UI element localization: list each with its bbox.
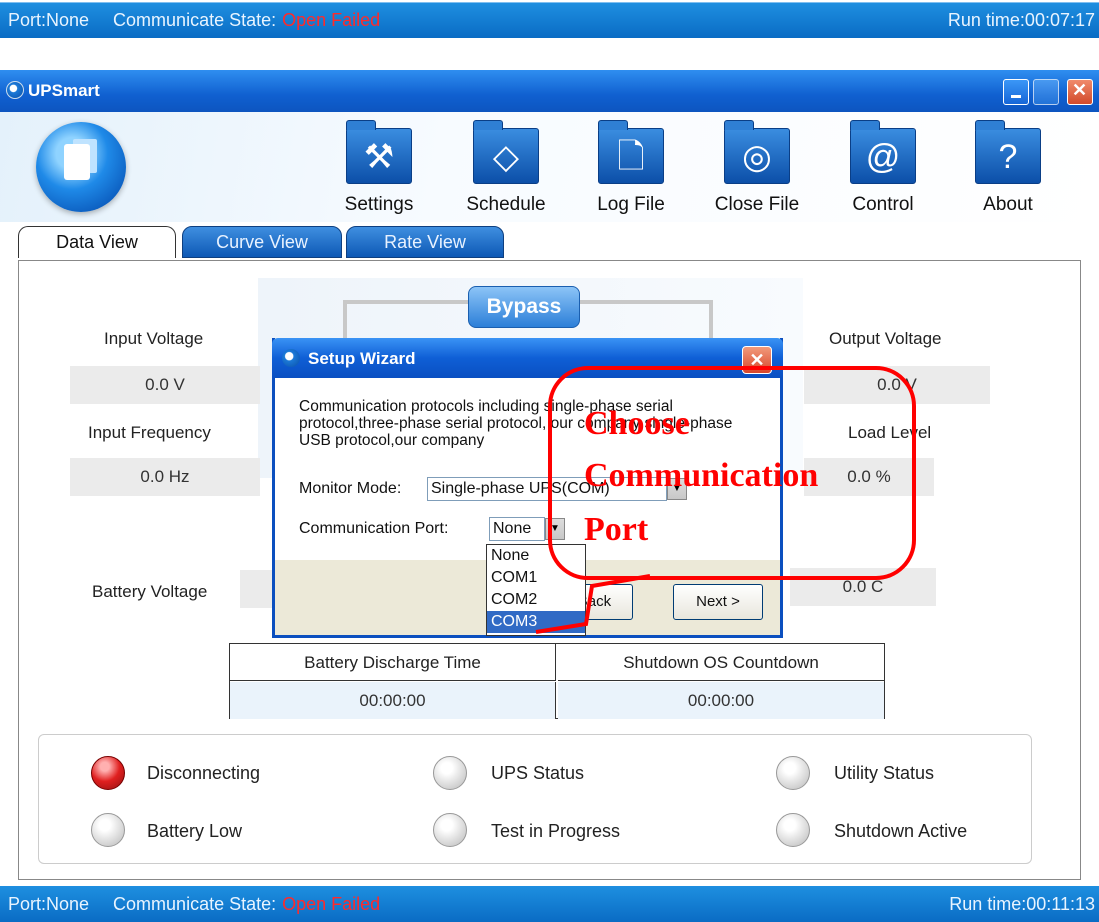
about-button[interactable]: ? About [963, 120, 1053, 220]
communication-port-label: Communication Port: [299, 520, 449, 537]
close-file-label: Close File [714, 194, 800, 215]
shutdown-os-countdown-label: Shutdown OS Countdown [558, 644, 884, 681]
control-label: Control [852, 194, 914, 215]
utility-status-label: Utility Status [834, 763, 935, 783]
disc-icon: ◎ [724, 120, 790, 184]
output-voltage-label: Output Voltage [829, 329, 942, 348]
battery-low-led [91, 813, 125, 847]
disconnecting-label: Disconnecting [147, 763, 261, 783]
maximize-button[interactable] [1033, 79, 1059, 105]
communication-port-select[interactable]: None [489, 517, 545, 541]
tab-data-view[interactable]: Data View [18, 226, 176, 258]
communicate-state-value: Open Failed [282, 893, 381, 914]
eraser-icon: ◇ [473, 120, 539, 184]
window-titlebar[interactable]: UPSmart [0, 70, 1099, 112]
control-button[interactable]: @ Control [838, 120, 928, 220]
shutdown-os-countdown-value: 00:00:00 [558, 682, 884, 719]
file-icon: 🗋 [598, 120, 664, 184]
annotation-callout-tail [535, 574, 651, 634]
upsmart-logo-icon [36, 122, 126, 212]
close-window-button[interactable] [1067, 79, 1093, 105]
ups-status-label: UPS Status [491, 763, 585, 783]
settings-label: Settings [344, 194, 414, 215]
view-tabs: Data View Curve View Rate View [0, 222, 1099, 260]
test-in-progress-label: Test in Progress [491, 821, 621, 841]
disconnecting-led [91, 756, 125, 790]
annotation-line-communication: Communication [584, 457, 819, 494]
discharge-table: Battery Discharge Time Shutdown OS Count… [229, 643, 885, 719]
bypass-indicator: Bypass [468, 286, 580, 328]
port-status: Port:None [8, 893, 90, 914]
test-in-progress-led [433, 813, 467, 847]
communicate-state-value: Open Failed [282, 10, 381, 30]
run-time: Run time:00:11:13 [949, 893, 1095, 914]
run-time: Run time:00:07:17 [947, 10, 1095, 30]
input-frequency-label: Input Frequency [88, 423, 211, 442]
input-frequency-value: 0.0 Hz [70, 458, 260, 496]
status-bar-top: Port:None Communicate State: Open Failed… [0, 2, 1099, 38]
shutdown-active-led [776, 813, 810, 847]
about-label: About [983, 194, 1033, 215]
utility-status-led [776, 756, 810, 790]
ups-status-led [433, 756, 467, 790]
communicate-state-label: Communicate State: [113, 893, 277, 914]
battery-discharge-time-value: 00:00:00 [230, 682, 556, 719]
communicate-state-label: Communicate State: [113, 10, 277, 30]
annotation-line-port: Port [584, 511, 649, 548]
log-file-label: Log File [597, 194, 665, 215]
battery-discharge-time-label: Battery Discharge Time [230, 644, 556, 681]
at-icon: @ [850, 120, 916, 184]
setup-wizard-title: Setup Wizard [308, 349, 416, 368]
next-button[interactable]: Next > [673, 584, 763, 620]
log-file-button[interactable]: 🗋 Log File [586, 120, 676, 220]
schedule-label: Schedule [466, 194, 546, 215]
schedule-button[interactable]: ◇ Schedule [461, 120, 551, 220]
question-icon: ? [975, 120, 1041, 184]
settings-button[interactable]: ⚒ Settings [334, 120, 424, 220]
shutdown-active-label: Shutdown Active [834, 821, 968, 841]
window-title: UPSmart [28, 81, 100, 100]
wizard-app-icon [282, 349, 300, 367]
minimize-button[interactable] [1003, 79, 1029, 105]
close-file-button[interactable]: ◎ Close File [712, 120, 802, 220]
annotation-line-choose: Choose [584, 405, 690, 442]
input-voltage-value: 0.0 V [70, 366, 260, 404]
battery-low-label: Battery Low [147, 821, 243, 841]
hammer-icon: ⚒ [346, 120, 412, 184]
tab-rate-view[interactable]: Rate View [346, 226, 504, 258]
battery-voltage-label: Battery Voltage [92, 582, 208, 601]
monitor-mode-label: Monitor Mode: [299, 480, 402, 497]
tab-curve-view[interactable]: Curve View [182, 226, 342, 258]
status-bar-bottom: Port:None Communicate State: Open Failed… [0, 886, 1099, 922]
app-header: ⚒ Settings ◇ Schedule 🗋 Log File ◎ Close… [0, 112, 1099, 222]
port-status: Port:None [8, 10, 90, 30]
upsmart-app-icon [6, 81, 24, 99]
input-voltage-label: Input Voltage [104, 329, 204, 348]
status-indicator-panel [38, 734, 1032, 864]
